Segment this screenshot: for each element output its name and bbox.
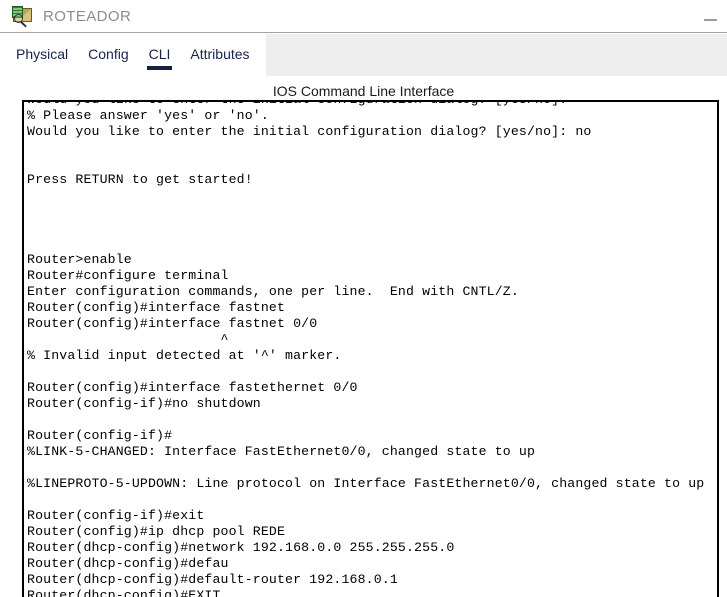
terminal-line: Router(config)#ip dhcp pool REDE [27,524,286,539]
terminal-line: ^ [27,332,229,347]
terminal-line: Router(config-if)# [27,428,173,443]
terminal-line: Router(dhcp-config)#defau [27,556,229,571]
tab-attributes[interactable]: Attributes [190,47,249,64]
terminal-line: Router(config)#interface fastnet [27,300,286,315]
minimize-icon [703,19,717,21]
window-title: ROTEADOR [43,7,132,25]
terminal-line: Router(config)#interface fastethernet 0/… [27,380,358,395]
packet-tracer-device-window: ROTEADOR Physical Config CLI Attributes … [0,0,727,597]
terminal-line: Router#configure terminal [27,268,229,283]
terminal-line: %LINK-5-CHANGED: Interface FastEthernet0… [27,444,536,459]
ios-cli-header: IOS Command Line Interface [272,83,455,99]
window-controls [699,0,727,32]
tab-strip: Physical Config CLI Attributes [0,34,727,76]
tab-cli[interactable]: CLI [146,47,173,70]
packet-tracer-router-icon [12,5,34,28]
terminal-line: Enter configuration commands, one per li… [27,284,519,299]
cli-tab-content: IOS Command Line Interface Would you lik… [0,76,727,597]
terminal-output[interactable]: Would you like to enter the initial conf… [27,102,717,597]
ios-terminal[interactable]: Would you like to enter the initial conf… [22,100,719,597]
terminal-line: Would you like to enter the initial conf… [27,102,717,108]
terminal-line: % Invalid input detected at '^' marker. [27,348,342,363]
tab-physical[interactable]: Physical [16,47,68,64]
minimize-button[interactable] [699,4,721,28]
window-titlebar: ROTEADOR [0,0,727,33]
terminal-line: Router>enable [27,252,132,267]
terminal-line: Router(dhcp-config)#network 192.168.0.0 … [27,540,455,555]
tab-config[interactable]: Config [88,47,128,64]
terminal-line: Router(config-if)#no shutdown [27,396,261,411]
terminal-line: Router(dhcp-config)#default-router 192.1… [27,572,398,587]
terminal-line: %LINEPROTO-5-UPDOWN: Line protocol on In… [27,476,705,491]
terminal-line: Press RETURN to get started! [27,172,253,187]
terminal-line: Router(config-if)#exit [27,508,205,523]
terminal-line: Would you like to enter the initial conf… [27,124,592,139]
terminal-line: Router(config)#interface fastnet 0/0 [27,316,318,331]
tab-list: Physical Config CLI Attributes [0,34,270,76]
terminal-line: Router(dhcp-config)#EXIT [27,588,221,597]
terminal-line: % Please answer 'yes' or 'no'. [27,108,269,123]
